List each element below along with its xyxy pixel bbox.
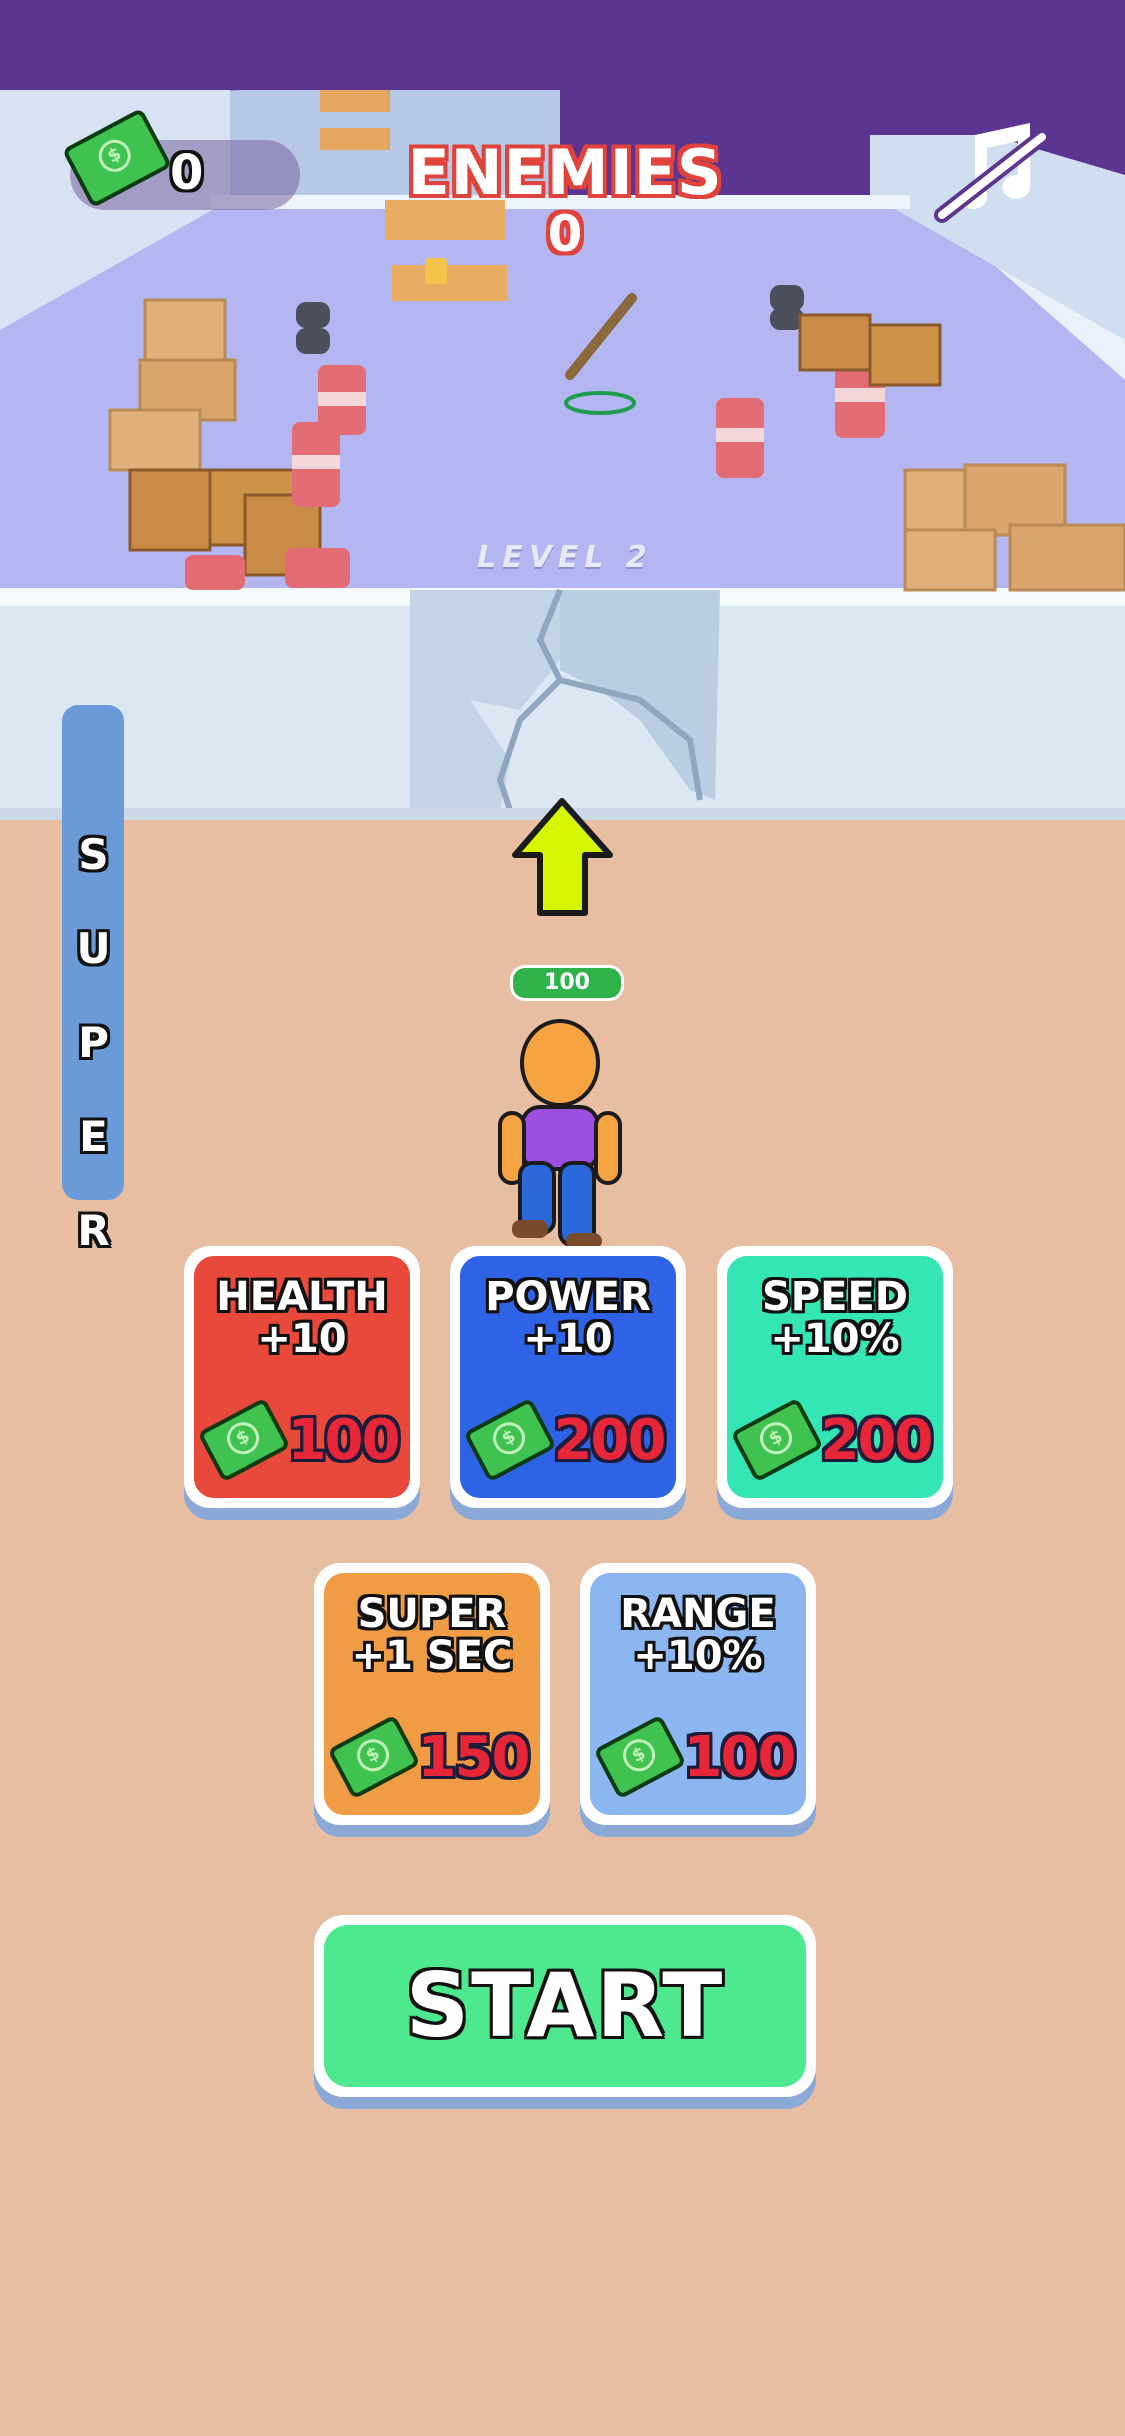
upgrade-title: SPEED +10% [717,1276,953,1360]
player-health-value: 100 [544,970,590,995]
upgrade-cost-value: 200 [820,1407,934,1473]
upgrade-card-range[interactable]: RANGE +10% $ 100 [580,1563,816,1825]
upgrade-cost-value: 200 [553,1407,667,1473]
upgrade-title-line1: SUPER [357,1591,507,1637]
upgrade-title-line1: HEALTH [216,1274,388,1320]
start-button-label: START [405,1954,725,2057]
cash-icon: $ [326,1714,421,1800]
cash-icon: $ [196,1397,291,1483]
upgrade-title: RANGE +10% [580,1593,816,1677]
enemies-label: ENEMIES [407,136,723,209]
upgrade-title-line2: +10 [523,1316,613,1362]
upgrade-title-line2: +10 [257,1316,347,1362]
upgrade-card-health[interactable]: HEALTH +10 $ 100 [184,1246,420,1508]
upgrade-cost-value: 150 [417,1724,531,1790]
upgrade-cost: $ 200 [717,1397,953,1483]
level-label: LEVEL 2 [477,540,653,575]
upgrade-cost: $ 100 [580,1714,816,1800]
upgrade-cost: $ 150 [314,1714,550,1800]
start-button[interactable]: START [314,1915,816,2097]
cash-icon: $ [462,1397,557,1483]
cash-icon: $ [592,1714,687,1800]
upgrade-title-line1: POWER [485,1274,651,1320]
upgrade-title-line2: +10% [633,1633,763,1679]
upgrade-title-line2: +10% [770,1316,900,1362]
upgrade-cost: $ 100 [184,1397,420,1483]
enemies-count: 0 [547,205,583,263]
upgrade-title: HEALTH +10 [184,1276,420,1360]
upgrade-cost-value: 100 [683,1724,797,1790]
music-muted-icon[interactable] [930,115,1050,225]
upgrade-card-power[interactable]: POWER +10 $ 200 [450,1246,686,1508]
super-meter-text: S U P E R [69,830,118,1253]
player-character [490,1015,630,1254]
direction-arrow-icon [510,795,615,924]
cash-amount: 0 [170,145,204,201]
player-health-badge: 100 [510,965,624,1001]
upgrade-title: SUPER +1 SEC [314,1593,550,1677]
upgrade-title-line1: SPEED [762,1274,908,1320]
upgrade-title: POWER +10 [450,1276,686,1360]
cash-icon: $ [729,1397,824,1483]
upgrade-title-line1: RANGE [620,1591,776,1637]
upgrade-title-line2: +1 SEC [351,1633,513,1679]
upgrade-cost: $ 200 [450,1397,686,1483]
upgrade-card-super[interactable]: SUPER +1 SEC $ 150 [314,1563,550,1825]
upgrade-card-speed[interactable]: SPEED +10% $ 200 [717,1246,953,1508]
cash-icon: $ [61,107,173,209]
super-meter-label: S U P E R [62,830,124,1253]
upgrade-cost-value: 100 [287,1407,401,1473]
